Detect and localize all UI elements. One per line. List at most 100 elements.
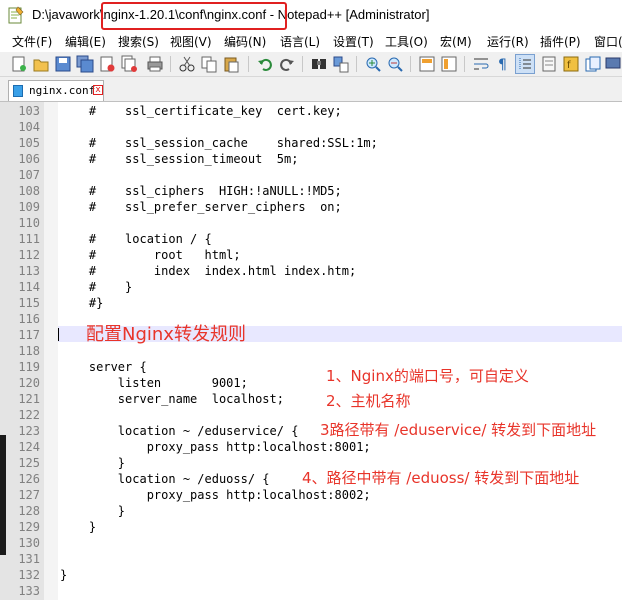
menu-file[interactable]: 文件(F) <box>12 33 52 50</box>
line-number: 131 <box>18 552 40 566</box>
file-saved-icon <box>13 85 23 97</box>
cut-icon[interactable] <box>178 55 196 73</box>
menu-run[interactable]: 运行(R) <box>487 33 529 50</box>
title-highlight-box <box>101 2 287 30</box>
function-list-icon[interactable]: f <box>562 55 580 73</box>
line-number: 124 <box>18 440 40 454</box>
line-number: 104 <box>18 120 40 134</box>
line-number: 121 <box>18 392 40 406</box>
sync-v-icon[interactable] <box>418 55 436 73</box>
annotation-note-3: 3路径带有 /eduservice/ 转发到下面地址 <box>320 421 597 439</box>
find-icon[interactable] <box>310 55 328 73</box>
annotation-note-4: 4、路径中带有 /eduoss/ 转发到下面地址 <box>302 469 580 487</box>
code-line: # ssl_session_cache shared:SSL:1m; <box>60 136 378 150</box>
svg-text:f: f <box>567 60 571 71</box>
line-number: 133 <box>18 584 40 598</box>
svg-text:¶: ¶ <box>498 57 507 73</box>
line-number: 103 <box>18 104 40 118</box>
menu-encoding[interactable]: 编码(N) <box>224 33 266 50</box>
line-number: 114 <box>18 280 40 294</box>
print-icon[interactable] <box>146 55 164 73</box>
save-icon[interactable] <box>54 55 72 73</box>
tab-close-icon[interactable]: x <box>93 85 103 95</box>
line-number: 122 <box>18 408 40 422</box>
code-line: # ssl_ciphers HIGH:!aNULL:!MD5; <box>60 184 342 198</box>
line-number: 116 <box>18 312 40 326</box>
undo-icon[interactable] <box>256 55 274 73</box>
tab-label: nginx.conf <box>29 84 96 97</box>
code-line: location ~ /eduoss/ { <box>60 472 270 486</box>
tab-nginx-conf[interactable]: nginx.conf x <box>8 80 104 101</box>
background-window-edge <box>0 435 6 555</box>
code-line: # location / { <box>60 232 212 246</box>
code-line: server_name localhost; <box>60 392 284 406</box>
line-number: 117 <box>18 328 40 342</box>
line-number: 118 <box>18 344 40 358</box>
folder-workspace-icon[interactable] <box>584 55 602 73</box>
line-number: 107 <box>18 168 40 182</box>
save-all-icon[interactable] <box>76 55 94 73</box>
line-number: 129 <box>18 520 40 534</box>
menu-language[interactable]: 语言(L) <box>280 33 320 50</box>
code-editor[interactable]: 103 # ssl_certificate_key cert.key; 104 10… <box>0 102 622 600</box>
annotation-note-1: 1、Nginx的端口号，可自定义 <box>326 367 529 385</box>
code-line: } <box>60 520 97 534</box>
menu-bar: 文件(F) 编辑(E) 搜索(S) 视图(V) 编码(N) 语言(L) 设置(T… <box>0 32 622 52</box>
menu-edit[interactable]: 编辑(E) <box>65 33 106 50</box>
code-line: } <box>60 568 68 582</box>
line-number: 105 <box>18 136 40 150</box>
line-number: 120 <box>18 376 40 390</box>
menu-tools[interactable]: 工具(O) <box>385 33 428 50</box>
open-file-icon[interactable] <box>32 55 50 73</box>
text-caret <box>58 328 59 341</box>
annotation-note-2: 2、主机名称 <box>326 392 411 410</box>
line-number: 128 <box>18 504 40 518</box>
new-file-icon[interactable] <box>10 55 28 73</box>
line-number: 132 <box>18 568 40 582</box>
code-line: } <box>60 456 126 470</box>
code-line: # root html; <box>60 248 241 262</box>
replace-icon[interactable] <box>332 55 350 73</box>
sync-h-icon[interactable] <box>440 55 458 73</box>
menu-settings[interactable]: 设置(T) <box>333 33 374 50</box>
redo-icon[interactable] <box>278 55 296 73</box>
toolbar-separator <box>170 56 171 72</box>
menu-window[interactable]: 窗口( <box>594 33 622 50</box>
line-number: 106 <box>18 152 40 166</box>
menu-plugins[interactable]: 插件(P) <box>540 33 581 50</box>
fold-margin[interactable] <box>44 102 58 600</box>
line-number: 113 <box>18 264 40 278</box>
menu-search[interactable]: 搜索(S) <box>118 33 159 50</box>
notepadpp-app-icon <box>8 6 24 24</box>
toolbar-separator <box>464 56 465 72</box>
menu-macro[interactable]: 宏(M) <box>440 33 472 50</box>
copy-icon[interactable] <box>200 55 218 73</box>
show-all-icon[interactable]: ¶ <box>494 55 512 73</box>
indent-guide-icon[interactable] <box>515 54 535 74</box>
paste-icon[interactable] <box>222 55 240 73</box>
wrap-icon[interactable] <box>472 55 490 73</box>
zoom-in-icon[interactable] <box>364 55 382 73</box>
line-number: 111 <box>18 232 40 246</box>
toolbar-separator <box>302 56 303 72</box>
toolbar-separator <box>410 56 411 72</box>
doc-map-icon[interactable] <box>540 55 558 73</box>
code-line: # index index.html index.htm; <box>60 264 357 278</box>
tab-bar: nginx.conf x <box>0 77 622 102</box>
code-line: # ssl_prefer_server_ciphers on; <box>60 200 342 214</box>
zoom-out-icon[interactable] <box>386 55 404 73</box>
monitor-icon[interactable] <box>604 55 622 73</box>
code-line: server { <box>60 360 147 374</box>
toolbar-separator <box>248 56 249 72</box>
line-number: 125 <box>18 456 40 470</box>
code-line: } <box>60 504 126 518</box>
close-icon[interactable] <box>98 55 116 73</box>
title-bar: D:\javawork\nginx-1.20.1\conf\nginx.conf… <box>0 0 622 32</box>
close-all-icon[interactable] <box>120 55 138 73</box>
code-line: # } <box>60 280 133 294</box>
code-line: # ssl_session_timeout 5m; <box>60 152 299 166</box>
line-number: 108 <box>18 184 40 198</box>
menu-view[interactable]: 视图(V) <box>170 33 212 50</box>
line-number: 130 <box>18 536 40 550</box>
line-number: 110 <box>18 216 40 230</box>
